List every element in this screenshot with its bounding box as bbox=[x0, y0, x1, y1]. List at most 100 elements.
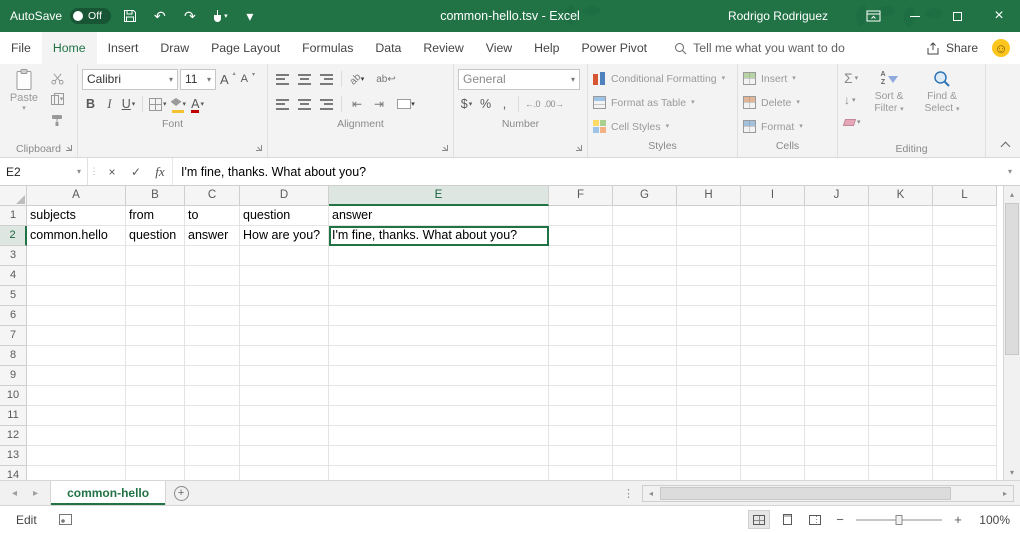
insert-function-button[interactable]: fx bbox=[148, 158, 172, 185]
cell-C12[interactable] bbox=[185, 426, 240, 446]
cell-D6[interactable] bbox=[240, 306, 329, 326]
increase-font-size-button[interactable]: A▴ bbox=[218, 72, 229, 87]
cell-B7[interactable] bbox=[126, 326, 185, 346]
tab-review[interactable]: Review bbox=[412, 32, 474, 64]
format-cells-button[interactable]: Format ▾ bbox=[742, 116, 833, 137]
cell-K14[interactable] bbox=[869, 466, 933, 480]
cell-I2[interactable] bbox=[741, 226, 805, 246]
cell-B4[interactable] bbox=[126, 266, 185, 286]
cell-A10[interactable] bbox=[27, 386, 126, 406]
page-break-view-button[interactable] bbox=[804, 510, 826, 529]
cell-H9[interactable] bbox=[677, 366, 741, 386]
cell-F10[interactable] bbox=[549, 386, 613, 406]
row-header-14[interactable]: 14 bbox=[0, 466, 27, 480]
align-right-button[interactable] bbox=[316, 95, 336, 114]
cell-C4[interactable] bbox=[185, 266, 240, 286]
cell-G14[interactable] bbox=[613, 466, 677, 480]
scroll-down-icon[interactable]: ▾ bbox=[1004, 464, 1020, 480]
cell-A11[interactable] bbox=[27, 406, 126, 426]
font-color-button[interactable]: A▾ bbox=[189, 95, 206, 114]
row-header-12[interactable]: 12 bbox=[0, 426, 27, 446]
cell-H5[interactable] bbox=[677, 286, 741, 306]
column-header-D[interactable]: D bbox=[240, 186, 329, 206]
cell-B2[interactable]: question bbox=[126, 226, 185, 246]
cell-J3[interactable] bbox=[805, 246, 869, 266]
cell-E5[interactable] bbox=[329, 286, 549, 306]
paste-button[interactable]: Paste ▾ bbox=[4, 67, 44, 140]
scroll-right-icon[interactable]: ▸ bbox=[997, 486, 1013, 501]
cell-C1[interactable]: to bbox=[185, 206, 240, 226]
column-header-A[interactable]: A bbox=[27, 186, 126, 206]
cell-B6[interactable] bbox=[126, 306, 185, 326]
tab-draw[interactable]: Draw bbox=[149, 32, 200, 64]
cell-I8[interactable] bbox=[741, 346, 805, 366]
cell-E13[interactable] bbox=[329, 446, 549, 466]
cell-K1[interactable] bbox=[869, 206, 933, 226]
cell-B14[interactable] bbox=[126, 466, 185, 480]
bottom-align-button[interactable] bbox=[316, 70, 336, 89]
redo-icon[interactable]: ↷ bbox=[179, 5, 201, 27]
row-header-8[interactable]: 8 bbox=[0, 346, 27, 366]
cell-F12[interactable] bbox=[549, 426, 613, 446]
borders-button[interactable]: ▾ bbox=[148, 95, 168, 114]
ribbon-display-options-icon[interactable] bbox=[852, 0, 894, 32]
formula-input[interactable]: I'm fine, thanks. What about you? bbox=[172, 158, 1000, 185]
cell-K10[interactable] bbox=[869, 386, 933, 406]
tab-view[interactable]: View bbox=[475, 32, 523, 64]
cell-B10[interactable] bbox=[126, 386, 185, 406]
cell-C11[interactable] bbox=[185, 406, 240, 426]
tab-formulas[interactable]: Formulas bbox=[291, 32, 364, 64]
cell-F11[interactable] bbox=[549, 406, 613, 426]
cell-F4[interactable] bbox=[549, 266, 613, 286]
cell-B13[interactable] bbox=[126, 446, 185, 466]
cell-E7[interactable] bbox=[329, 326, 549, 346]
cell-I11[interactable] bbox=[741, 406, 805, 426]
cell-G4[interactable] bbox=[613, 266, 677, 286]
column-header-G[interactable]: G bbox=[613, 186, 677, 206]
row-header-1[interactable]: 1 bbox=[0, 206, 27, 226]
column-header-E[interactable]: E bbox=[329, 186, 549, 206]
vertical-scrollbar[interactable]: ▴ ▾ bbox=[1003, 186, 1020, 480]
insert-cells-button[interactable]: Insert ▾ bbox=[742, 68, 833, 89]
cell-C6[interactable] bbox=[185, 306, 240, 326]
cell-I9[interactable] bbox=[741, 366, 805, 386]
bold-button[interactable]: B bbox=[82, 95, 99, 114]
cell-J8[interactable] bbox=[805, 346, 869, 366]
cell-D3[interactable] bbox=[240, 246, 329, 266]
cell-F9[interactable] bbox=[549, 366, 613, 386]
cell-G7[interactable] bbox=[613, 326, 677, 346]
cell-C3[interactable] bbox=[185, 246, 240, 266]
select-all-corner[interactable] bbox=[0, 186, 27, 206]
cell-L2[interactable] bbox=[933, 226, 997, 246]
autosum-button[interactable]: Σ▾ bbox=[844, 68, 861, 88]
zoom-slider-thumb[interactable] bbox=[896, 515, 903, 525]
cell-E11[interactable] bbox=[329, 406, 549, 426]
row-header-10[interactable]: 10 bbox=[0, 386, 27, 406]
wrap-text-button[interactable]: ab↩ bbox=[369, 70, 403, 89]
cell-J14[interactable] bbox=[805, 466, 869, 480]
cell-A1[interactable]: subjects bbox=[27, 206, 126, 226]
sort-filter-button[interactable]: AZ Sort & Filter ▾ bbox=[863, 67, 916, 140]
sheet-nav-prev-icon[interactable]: ◂ bbox=[12, 488, 17, 499]
collapse-ribbon-button[interactable] bbox=[998, 139, 1012, 151]
formula-bar-splitter[interactable]: ⋮ bbox=[88, 158, 100, 185]
new-sheet-button[interactable]: + bbox=[166, 481, 196, 505]
cell-E3[interactable] bbox=[329, 246, 549, 266]
cell-D1[interactable]: question bbox=[240, 206, 329, 226]
cell-D5[interactable] bbox=[240, 286, 329, 306]
cell-A9[interactable] bbox=[27, 366, 126, 386]
cell-J9[interactable] bbox=[805, 366, 869, 386]
cell-K11[interactable] bbox=[869, 406, 933, 426]
cell-D4[interactable] bbox=[240, 266, 329, 286]
cell-H10[interactable] bbox=[677, 386, 741, 406]
decrease-indent-button[interactable]: ⇤ bbox=[347, 95, 367, 114]
cell-H2[interactable] bbox=[677, 226, 741, 246]
cell-G5[interactable] bbox=[613, 286, 677, 306]
row-header-3[interactable]: 3 bbox=[0, 246, 27, 266]
cell-C5[interactable] bbox=[185, 286, 240, 306]
number-dialog-launcher-icon[interactable] bbox=[574, 143, 584, 153]
decrease-decimal-button[interactable]: .00→ bbox=[543, 95, 565, 114]
cell-G3[interactable] bbox=[613, 246, 677, 266]
autosave-toggle[interactable]: Off bbox=[70, 8, 111, 24]
italic-button[interactable]: I bbox=[101, 95, 118, 114]
